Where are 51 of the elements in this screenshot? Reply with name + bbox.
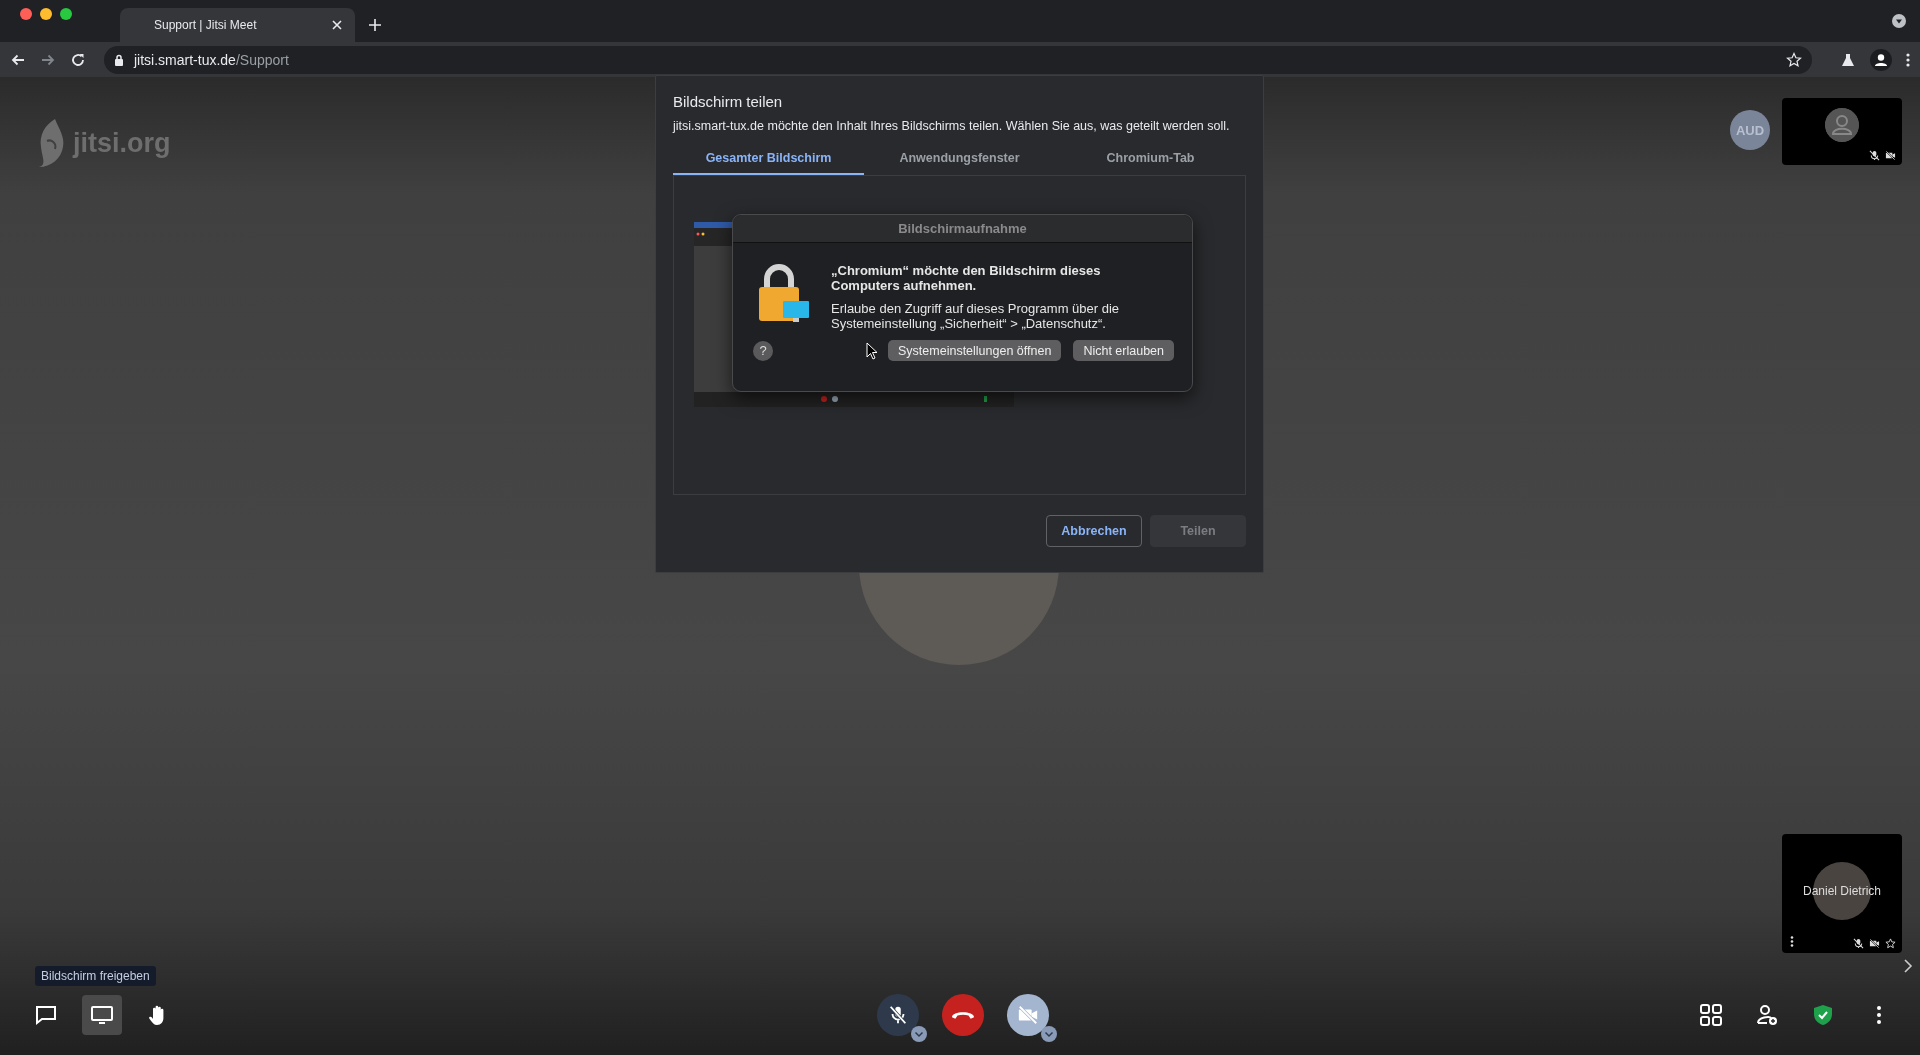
help-button[interactable]: ? [753, 340, 773, 361]
address-bar[interactable]: jitsi.smart-tux.de/Support [104, 45, 1812, 74]
mouse-cursor-icon [866, 341, 879, 360]
screen-share-button[interactable] [82, 995, 122, 1035]
alert-message: Erlaube den Zugriff auf dieses Programm über die Systemeinstellung „Sicherheit“ > „Datenschutz“. [831, 301, 1121, 331]
chat-bubble-icon [34, 1003, 58, 1027]
add-person-icon [1755, 1003, 1779, 1027]
hang-up-button[interactable] [941, 994, 984, 1036]
phone-icon [951, 1011, 974, 1019]
monitor-icon [90, 1003, 114, 1027]
video-thumbnail[interactable]: Daniel Dietrich [1782, 834, 1902, 953]
tab-search-icon[interactable] [1892, 14, 1906, 28]
grid-icon [1699, 1003, 1723, 1027]
microphone-button[interactable] [876, 994, 919, 1036]
dialog-description: jitsi.smart-tux.de möchte den Inhalt Ihres Bildschirms teilen. Wählen Sie aus, was geteilt werden soll. [673, 119, 1231, 133]
dialog-tab[interactable]: Gesamter Bildschirm [673, 144, 864, 175]
caret-icon[interactable] [1040, 1026, 1057, 1042]
flask-icon[interactable] [1840, 51, 1856, 68]
tooltip: Bildschirm freigeben [35, 966, 156, 986]
alert-button[interactable]: Nicht erlauben [1073, 340, 1174, 361]
close-window-button[interactable] [20, 7, 32, 20]
video-thumbnail[interactable] [1782, 98, 1902, 165]
minimize-window-button[interactable] [40, 7, 52, 20]
participant-name: Daniel Dietrich [1802, 884, 1882, 898]
tab-title: Support | Jitsi Meet [154, 18, 258, 32]
dialog-button[interactable]: Abbrechen [1046, 515, 1142, 547]
plus-icon[interactable] [367, 17, 383, 33]
more-options-icon[interactable] [1906, 51, 1910, 68]
avatar-initials: AUD [1730, 110, 1770, 150]
url-text: jitsi.smart-tux.de/Support [134, 51, 290, 68]
alert-button[interactable]: Systemeinstellungen öffnen [888, 340, 1062, 361]
person-avatar-icon [1825, 108, 1859, 142]
dialog-title: Bildschirm teilen [673, 93, 784, 110]
maximize-window-button[interactable] [60, 7, 72, 20]
more-options-icon [1877, 1006, 1881, 1024]
alert-heading: „Chromium“ möchte den Bildschirm dieses Computers aufnehmen. [831, 263, 1102, 293]
shield-icon [1811, 1003, 1835, 1027]
chevron-right-icon[interactable] [1902, 959, 1914, 973]
reload-icon[interactable] [70, 51, 86, 68]
browser-tab[interactable]: Support | Jitsi Meet [120, 8, 355, 42]
star-icon[interactable] [1885, 938, 1896, 949]
dialog-tab[interactable]: Anwendungsfenster [864, 144, 1055, 175]
camera-off-icon [1016, 1004, 1039, 1026]
star-icon[interactable] [1786, 51, 1802, 68]
alert-title: Bildschirmaufnahme [733, 215, 1192, 243]
profile-icon[interactable] [1870, 48, 1892, 71]
caret-icon[interactable] [910, 1026, 927, 1042]
dialog-tab[interactable]: Chromium-Tab [1055, 144, 1246, 175]
logo-text: jitsi.org [73, 127, 171, 159]
camera-button[interactable] [1006, 994, 1049, 1036]
more-options-icon[interactable] [1790, 936, 1794, 947]
